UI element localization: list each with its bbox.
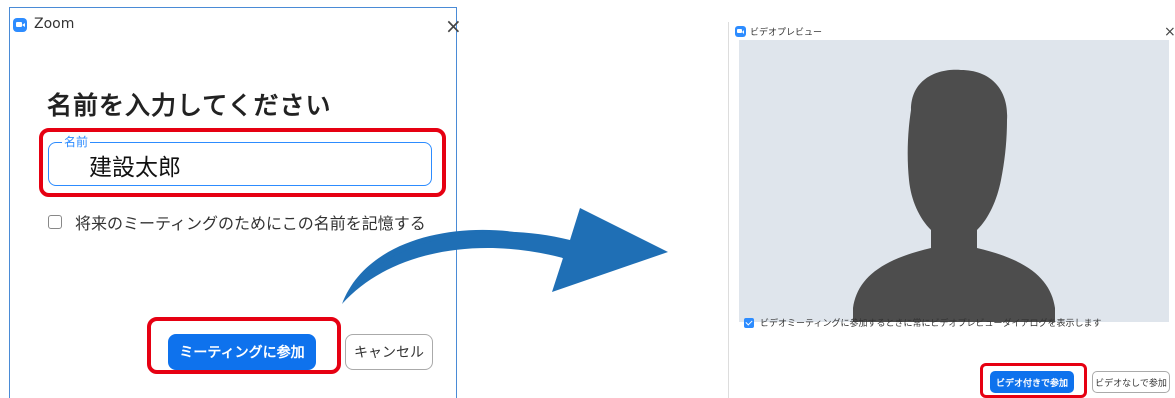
close-icon[interactable]: ×: [1164, 25, 1175, 39]
zoom-app-icon: [735, 26, 746, 37]
transition-arrow-icon: [342, 208, 668, 304]
video-preview: [739, 40, 1169, 322]
always-show-preview-option[interactable]: ビデオミーティングに参加するときに常にビデオプレビューダイアログを表示します: [744, 316, 1101, 329]
title-bar: Zoom ×: [10, 8, 462, 40]
always-show-preview-checkbox[interactable]: [744, 317, 754, 328]
window-title: Zoom: [34, 16, 75, 32]
join-without-video-button[interactable]: ビデオなしで参加: [1092, 371, 1170, 393]
name-input[interactable]: [87, 151, 391, 179]
remember-name-checkbox[interactable]: [48, 215, 62, 229]
name-field-label: 名前: [62, 133, 91, 150]
zoom-app-icon: [13, 18, 27, 32]
join-meeting-button[interactable]: ミーティングに参加: [168, 334, 316, 370]
avatar-silhouette-icon: [853, 69, 1055, 322]
always-show-preview-label: ビデオミーティングに参加するときに常にビデオプレビューダイアログを表示します: [760, 319, 1102, 329]
name-field[interactable]: 名前: [48, 133, 432, 186]
page-title: 名前を入力してください: [47, 91, 332, 120]
join-with-video-button[interactable]: ビデオ付きで参加: [990, 371, 1074, 393]
cancel-button[interactable]: キャンセル: [345, 334, 433, 370]
close-icon[interactable]: ×: [445, 16, 462, 36]
video-preview-dialog: ビデオプレビュー × ビデオミーティングに参加するときに常にビデオプレビューダイ…: [728, 22, 1175, 398]
window-title: ビデオプレビュー: [750, 28, 823, 38]
